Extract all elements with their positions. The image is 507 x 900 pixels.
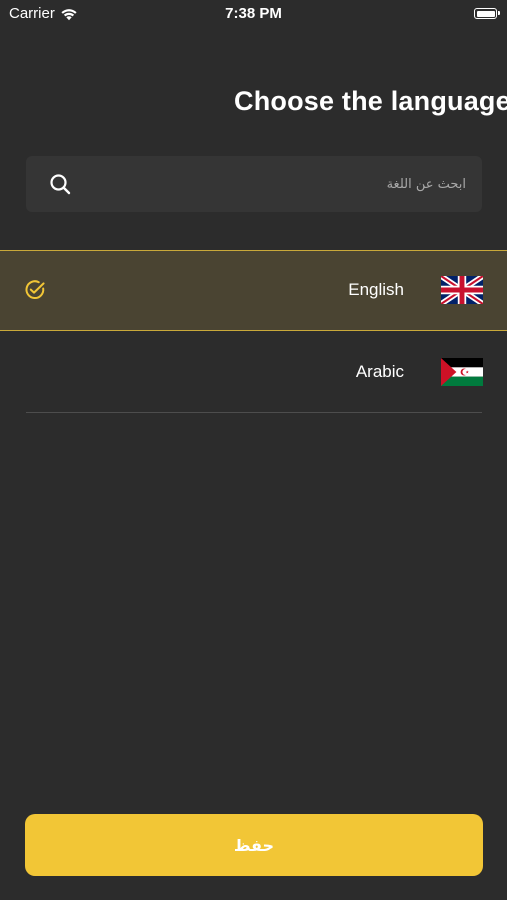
language-label-english: English [348, 280, 404, 299]
status-bar: Carrier 7:38 PM [0, 0, 507, 28]
uk-flag-icon [441, 276, 483, 304]
language-selection-screen: Carrier 7:38 PM Choose the language Engl… [0, 0, 507, 900]
battery-nub [498, 11, 500, 15]
language-label-arabic: Arabic [355, 362, 404, 381]
save-button[interactable]: حفظ [25, 814, 483, 876]
language-item-english[interactable]: English [0, 250, 507, 331]
battery-icon [474, 8, 500, 19]
search-box[interactable] [26, 156, 482, 212]
battery-level [476, 10, 495, 17]
check-circle-icon [25, 280, 45, 300]
page-title: Choose the language [234, 86, 507, 116]
search-icon[interactable] [48, 172, 72, 196]
language-item-arabic[interactable]: Arabic [0, 331, 507, 413]
status-time: 7:38 PM [225, 5, 282, 22]
search-input[interactable] [96, 156, 468, 212]
row-divider [26, 412, 482, 413]
sahrawi-flag-icon [441, 358, 483, 386]
